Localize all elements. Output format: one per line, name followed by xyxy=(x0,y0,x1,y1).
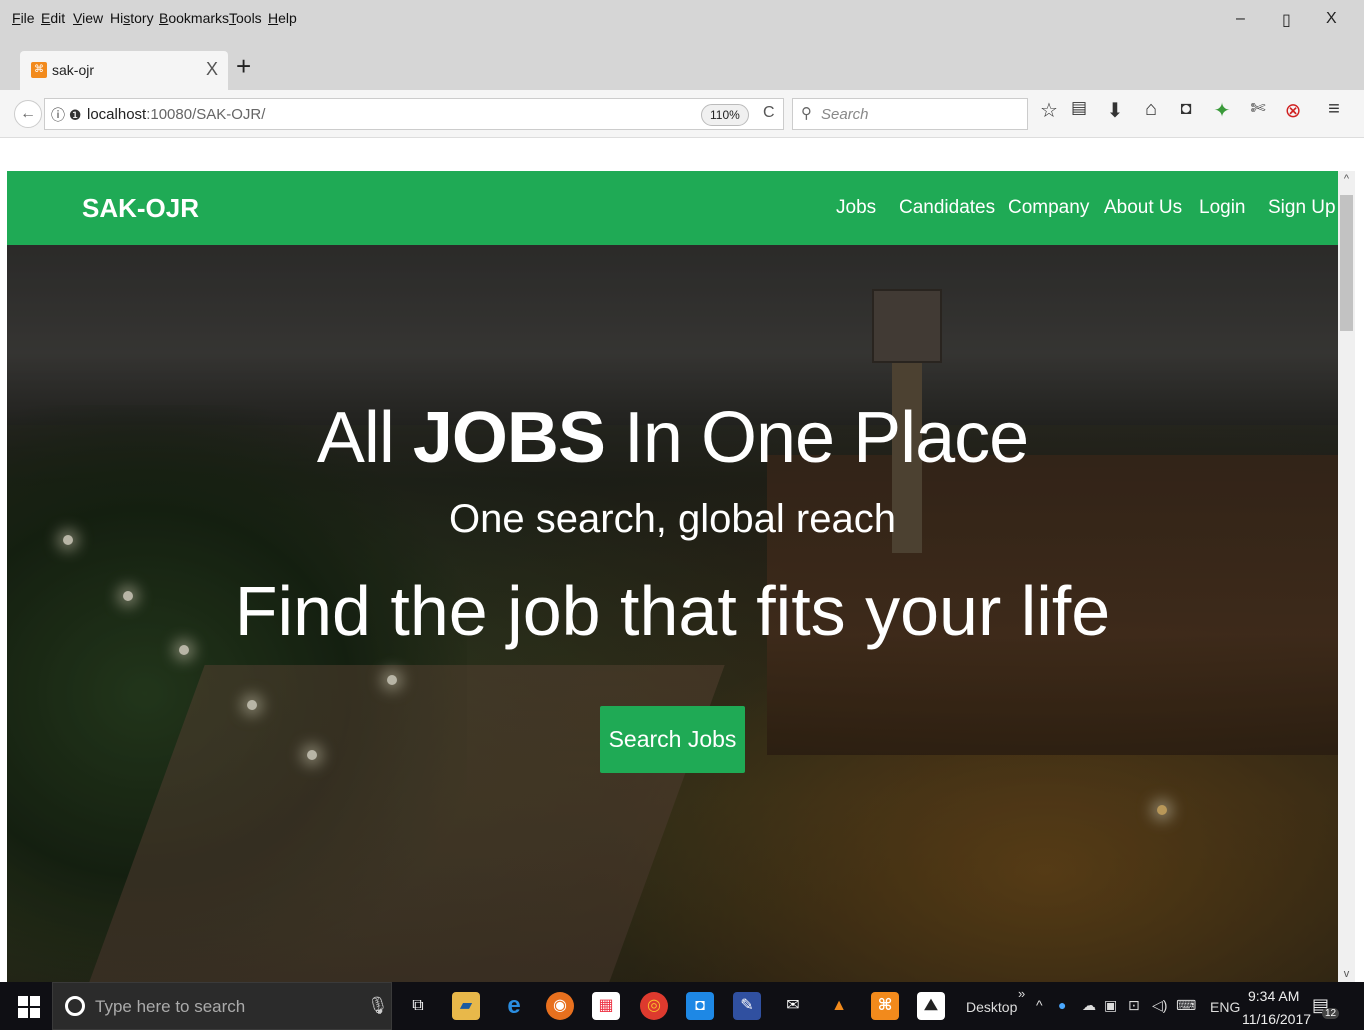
clock-date[interactable]: 11/16/2017 xyxy=(1242,1011,1311,1027)
url-host: localhost xyxy=(87,106,147,123)
zoom-level-button[interactable]: 110% xyxy=(701,104,749,126)
search-icon: ⚲ xyxy=(801,105,812,122)
windows-taskbar: Type here to search 🎙 ⧉ ▰ e ◉ ▦ ◎ ◘ ✎ ✉ … xyxy=(0,982,1364,1030)
tab-strip: ⌘ sak-ojr X xyxy=(0,44,1364,90)
desktop-toolbar-label[interactable]: Desktop xyxy=(966,999,1017,1015)
nav-candidates[interactable]: Candidates xyxy=(899,197,995,219)
keyboard-icon[interactable]: ⌨ xyxy=(1176,997,1196,1014)
search-jobs-button[interactable]: Search Jobs xyxy=(600,706,745,773)
new-tab-button[interactable]: + xyxy=(236,52,251,80)
tab-title: sak-ojr xyxy=(52,62,95,78)
task-view-icon[interactable]: ⧉ xyxy=(404,992,432,1020)
url-bar[interactable]: ⓘ ❶ localhost:10080/SAK-OJR/ 110% C xyxy=(44,98,784,130)
headline-bold: JOBS xyxy=(412,398,606,478)
xampp-icon[interactable]: ⌘ xyxy=(871,992,899,1020)
nav-company[interactable]: Company xyxy=(1008,197,1089,219)
microphone-icon[interactable]: 🎙 xyxy=(367,996,389,1016)
toolbar-overflow-icon[interactable]: » xyxy=(1018,986,1025,1001)
extension-badge-icon[interactable]: ✦ xyxy=(1210,98,1234,123)
nav-jobs[interactable]: Jobs xyxy=(836,197,876,219)
menu-history[interactable]: History xyxy=(110,10,154,26)
headline-pre: All xyxy=(316,398,413,478)
nav-sign-up[interactable]: Sign Up xyxy=(1268,197,1336,219)
site-navbar: SAK-OJR Jobs Candidates Company About Us… xyxy=(7,171,1338,245)
pocket-icon[interactable]: ◘ xyxy=(1174,98,1198,119)
close-window-button[interactable]: X xyxy=(1326,10,1337,28)
url-text[interactable]: localhost:10080/SAK-OJR/ xyxy=(87,106,265,123)
download-icon[interactable]: ⬇ xyxy=(1103,98,1127,123)
scroll-up-icon[interactable]: ^ xyxy=(1338,173,1355,185)
taskbar-search-placeholder: Type here to search xyxy=(95,997,246,1016)
windows-start-icon[interactable] xyxy=(18,996,40,1018)
nav-login[interactable]: Login xyxy=(1199,197,1246,219)
cortana-icon xyxy=(65,996,85,1016)
onedrive-icon[interactable]: ☁ xyxy=(1082,997,1096,1014)
nav-about-us[interactable]: About Us xyxy=(1104,197,1182,219)
bookmark-star-icon[interactable]: ☆ xyxy=(1037,98,1061,123)
menu-file[interactable]: File xyxy=(12,10,35,26)
scroll-down-icon[interactable]: v xyxy=(1338,968,1355,980)
minimize-button[interactable]: – xyxy=(1236,10,1245,28)
search-placeholder: Search xyxy=(821,106,869,123)
mail-icon[interactable]: ✉ xyxy=(779,992,807,1020)
store-icon[interactable]: ▦ xyxy=(592,992,620,1020)
taskbar-search-box[interactable]: Type here to search 🎙 xyxy=(52,982,392,1030)
volume-icon[interactable]: ◁) xyxy=(1152,997,1167,1014)
edge-icon[interactable]: e xyxy=(500,992,528,1020)
reload-icon[interactable]: C xyxy=(763,104,775,122)
tray-device-icon[interactable]: ▣ xyxy=(1104,997,1117,1014)
menu-tools[interactable]: Tools xyxy=(229,10,262,26)
app-icon-navy[interactable]: ✎ xyxy=(733,992,761,1020)
tray-expand-icon[interactable]: ^ xyxy=(1036,997,1043,1013)
hero-headline: All JOBS In One Place xyxy=(7,397,1338,479)
reader-list-icon[interactable]: ▤ xyxy=(1067,98,1091,118)
file-explorer-icon[interactable]: ▰ xyxy=(452,992,480,1020)
network-icon[interactable]: ⊡ xyxy=(1128,997,1140,1014)
hero-subline: One search, global reach xyxy=(449,497,896,541)
photos-icon[interactable]: ⛰ xyxy=(917,992,945,1020)
blocker-icon[interactable]: ⊗ xyxy=(1281,98,1305,123)
headline-post: In One Place xyxy=(604,398,1029,478)
back-button[interactable]: ← xyxy=(14,100,42,128)
menu-icon[interactable]: ≡ xyxy=(1322,98,1346,121)
search-bar[interactable]: ⚲ Search xyxy=(792,98,1028,130)
screenshot-icon[interactable]: ✄ xyxy=(1246,98,1270,119)
url-path: :10080/SAK-OJR/ xyxy=(146,106,266,123)
menu-view[interactable]: View xyxy=(73,10,103,26)
tray-app-icon[interactable]: ● xyxy=(1058,997,1066,1013)
vlc-icon[interactable]: ▲ xyxy=(825,992,853,1020)
hero-tagline: Find the job that fits your life xyxy=(234,572,1111,650)
website-viewport: SAK-OJR Jobs Candidates Company About Us… xyxy=(7,171,1338,982)
tab-close-icon[interactable]: X xyxy=(206,59,218,80)
xampp-favicon-icon: ⌘ xyxy=(31,62,47,78)
tab-sak-ojr[interactable]: ⌘ sak-ojr X xyxy=(20,51,228,90)
menu-help[interactable]: Help xyxy=(268,10,297,26)
firefox-icon[interactable]: ◉ xyxy=(546,992,574,1020)
clock-time[interactable]: 9:34 AM xyxy=(1248,988,1299,1004)
menu-bookmarks[interactable]: Bookmarks xyxy=(159,10,229,26)
menu-bar: File Edit View History Bookmarks Tools H… xyxy=(0,0,1364,44)
notification-count-badge: 12 xyxy=(1322,1008,1340,1019)
page-scrollbar[interactable]: ^ v xyxy=(1338,171,1355,982)
language-indicator[interactable]: ENG xyxy=(1210,999,1240,1015)
app-icon-blue[interactable]: ◘ xyxy=(686,992,714,1020)
scroll-thumb[interactable] xyxy=(1340,195,1353,331)
site-brand[interactable]: SAK-OJR xyxy=(82,193,199,224)
menu-edit[interactable]: Edit xyxy=(41,10,65,26)
chrome-icon[interactable]: ◎ xyxy=(640,992,668,1020)
home-icon[interactable]: ⌂ xyxy=(1139,98,1163,121)
site-info-icon[interactable]: ⓘ ❶ xyxy=(51,105,81,125)
restore-button[interactable]: ▯ xyxy=(1282,10,1291,30)
